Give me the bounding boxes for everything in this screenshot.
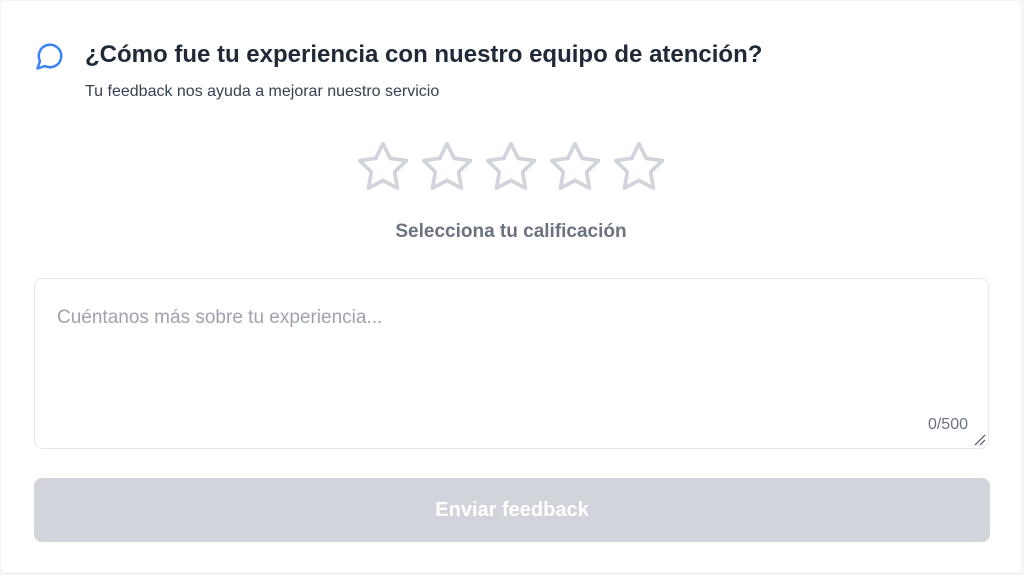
star-5-icon[interactable] (611, 139, 667, 195)
page-title: ¿Cómo fue tu experiencia con nuestro equ… (85, 41, 763, 68)
rating-label: Selecciona tu calificación (395, 221, 627, 242)
star-4-icon[interactable] (547, 139, 603, 195)
comment-box: 0/500 (34, 278, 989, 449)
star-rating (1, 139, 1021, 195)
resize-handle-icon[interactable] (972, 432, 986, 446)
comment-textarea[interactable] (35, 279, 988, 448)
feedback-card: ¿Cómo fue tu experiencia con nuestro equ… (1, 1, 1021, 572)
character-counter: 0/500 (927, 416, 968, 433)
header-texts: ¿Cómo fue tu experiencia con nuestro equ… (85, 39, 762, 102)
chat-bubble-icon (36, 43, 63, 70)
star-1-icon[interactable] (355, 139, 411, 195)
feedback-header: ¿Cómo fue tu experiencia con nuestro equ… (35, 39, 762, 102)
star-2-icon[interactable] (419, 139, 475, 195)
star-3-icon[interactable] (483, 139, 539, 195)
page-subtitle: Tu feedback nos ayuda a mejorar nuestro … (85, 83, 440, 100)
submit-feedback-button[interactable]: Enviar feedback (34, 478, 990, 542)
